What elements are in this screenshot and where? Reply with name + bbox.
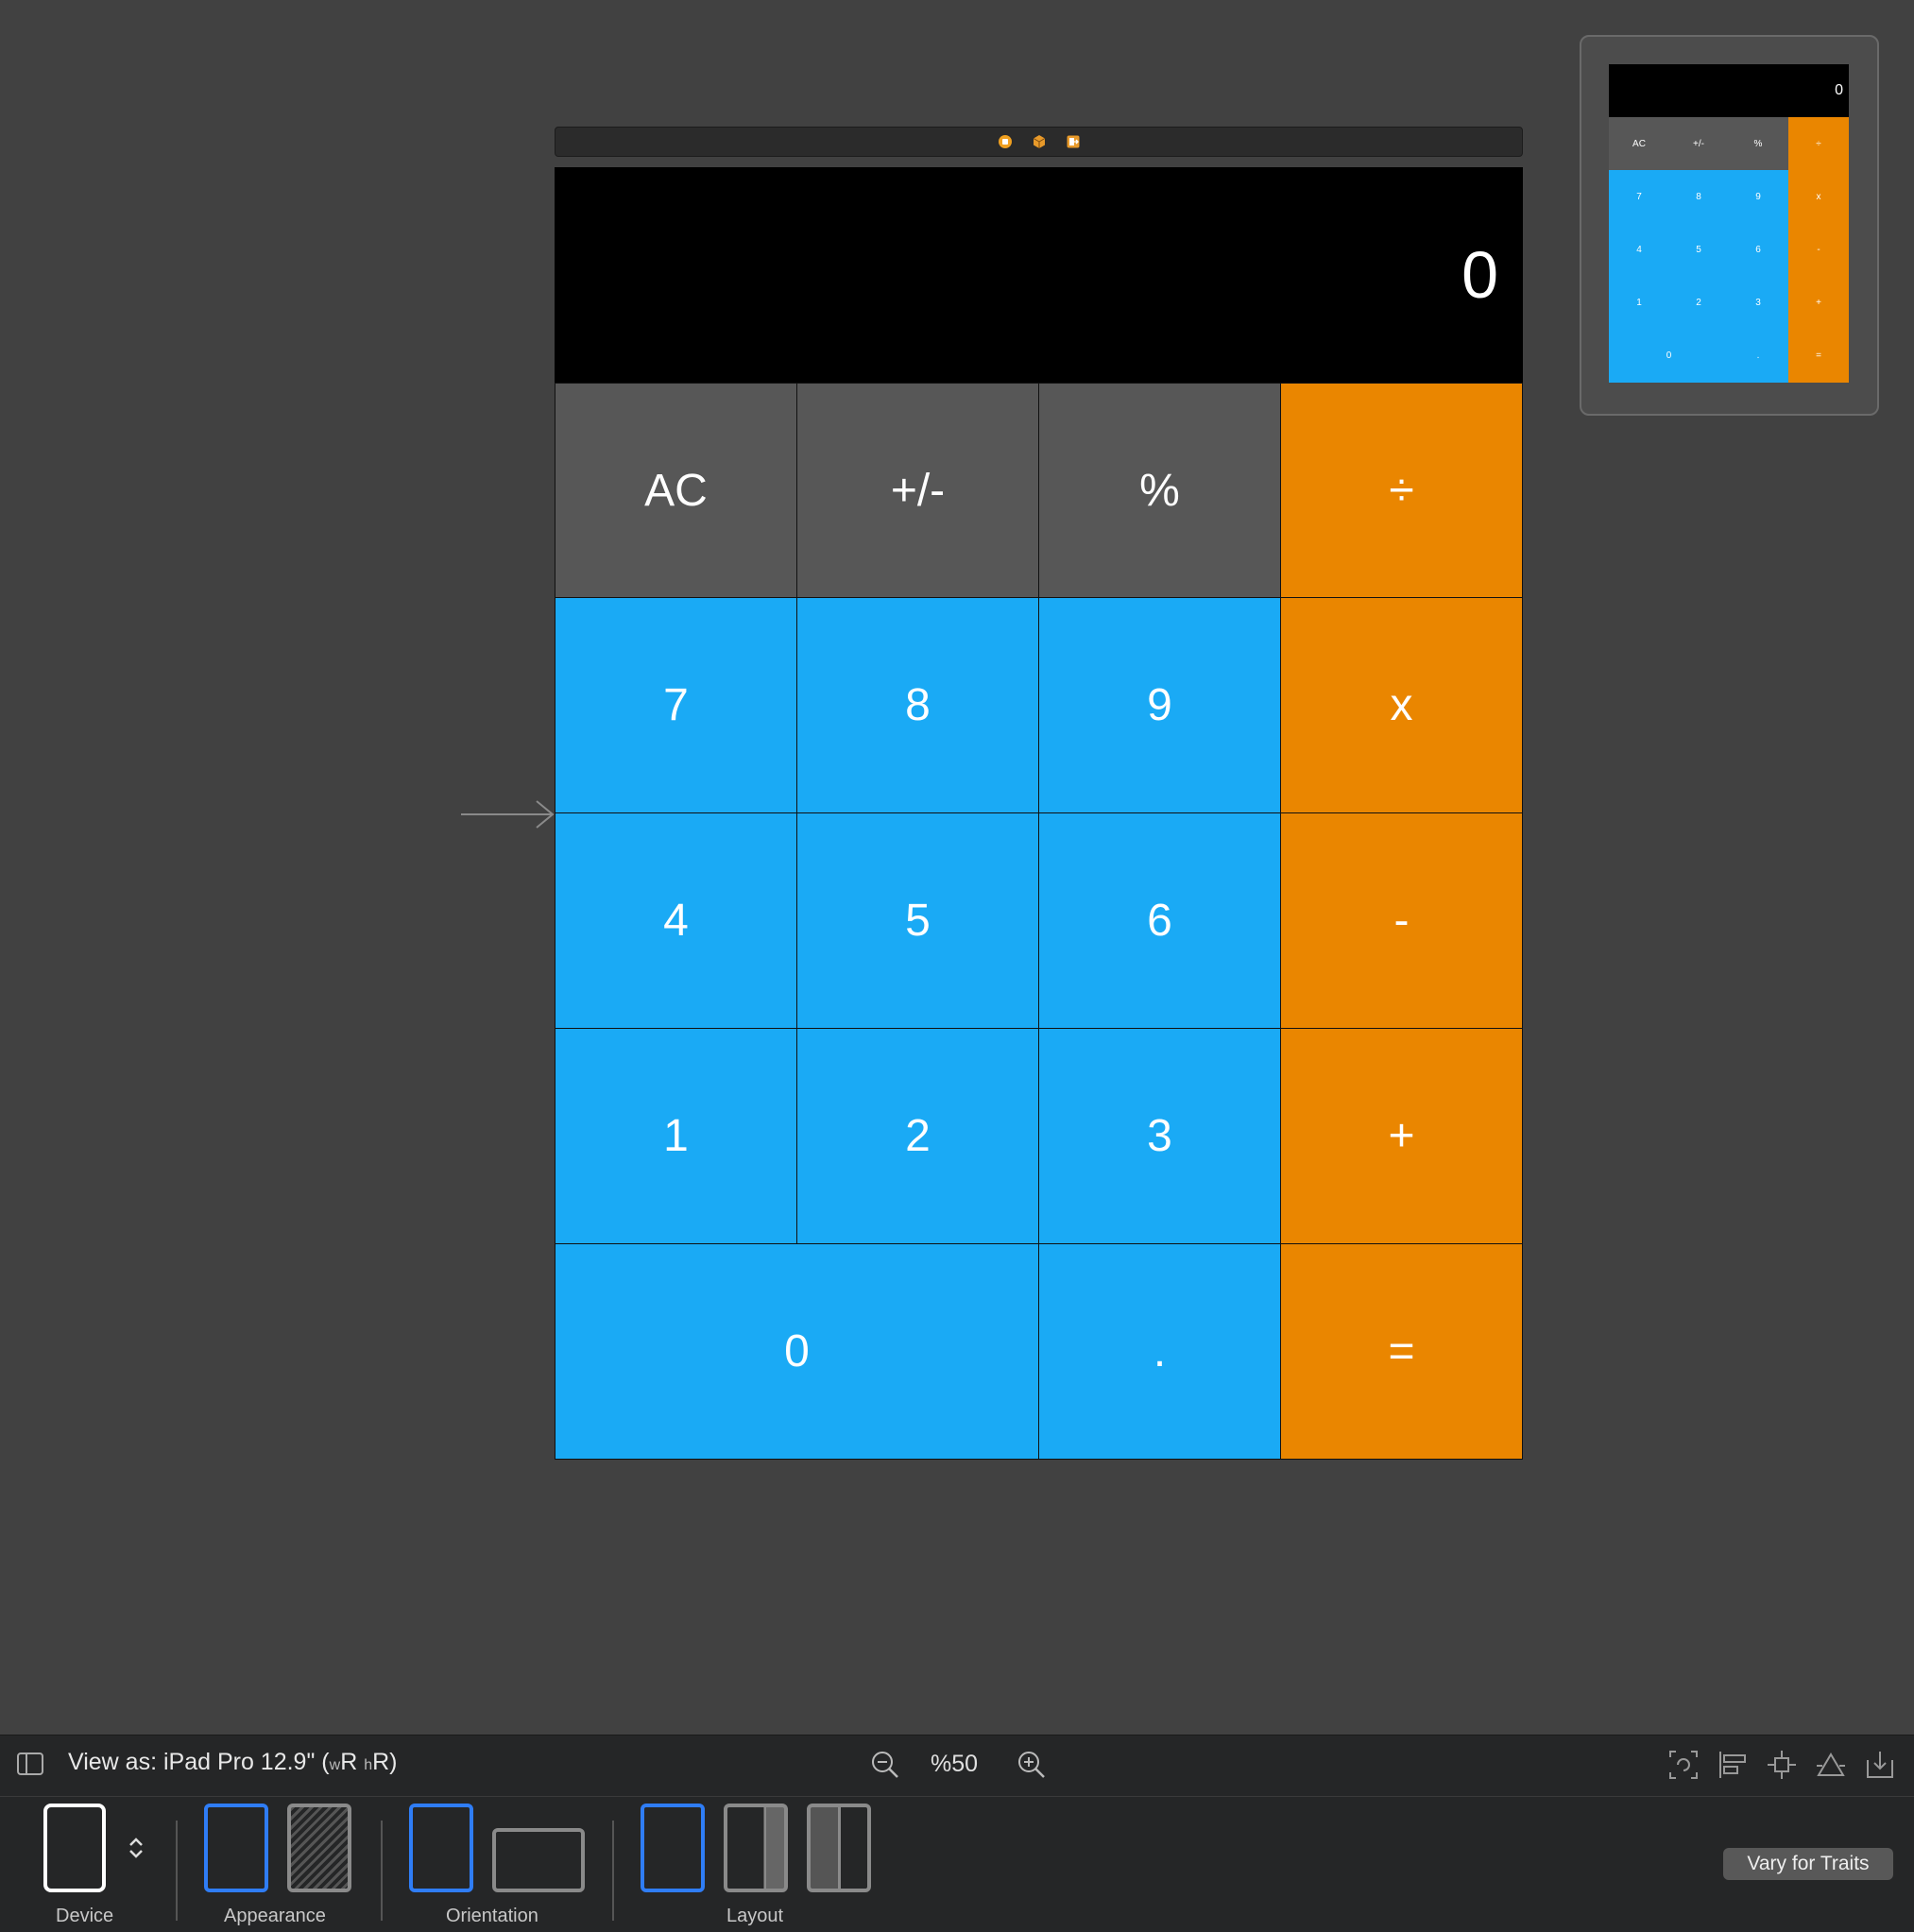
size-class-traits: (wR hR)	[321, 1749, 398, 1775]
six-button[interactable]: 6	[1038, 812, 1281, 1029]
zoom-out-icon[interactable]	[869, 1749, 901, 1781]
minimap-divide: ÷	[1788, 117, 1849, 171]
trait-w-label: w	[329, 1757, 341, 1773]
zoom-in-icon[interactable]	[1016, 1749, 1048, 1781]
minimap-minus: -	[1788, 223, 1849, 277]
minimap-dot: .	[1728, 329, 1788, 383]
eight-button[interactable]: 8	[796, 597, 1039, 813]
view-as-row: View as: iPad Pro 12.9" (wR hR) %50	[0, 1735, 1914, 1797]
minimap-sign: +/-	[1668, 117, 1729, 171]
trait-w-value: R	[340, 1749, 358, 1775]
minimap-one: 1	[1609, 276, 1669, 330]
resolve-issues-icon[interactable]	[1815, 1749, 1847, 1781]
nine-button[interactable]: 9	[1038, 597, 1281, 813]
appearance-label: Appearance	[224, 1906, 326, 1926]
one-button[interactable]: 1	[555, 1028, 797, 1244]
four-button[interactable]: 4	[555, 812, 797, 1029]
minimap-ac: AC	[1609, 117, 1669, 171]
multiply-button[interactable]: x	[1280, 597, 1523, 813]
scene-dock	[555, 127, 1523, 157]
device-label: Device	[56, 1906, 114, 1926]
sign-button[interactable]: +/-	[796, 383, 1039, 598]
exit-icon[interactable]	[1066, 134, 1081, 149]
view-as-label[interactable]: View as: iPad Pro 12.9" (wR hR)	[68, 1749, 398, 1776]
canvas-minimap[interactable]: 0 AC +/- % ÷ 7 8 9 x 4 5 6 - 1 2 3 + 0 .…	[1580, 35, 1879, 416]
layout-label: Layout	[726, 1906, 784, 1926]
decimal-button[interactable]: .	[1038, 1243, 1281, 1460]
seven-button[interactable]: 7	[555, 597, 797, 813]
view-as-device: View as: iPad Pro 12.9"	[68, 1749, 316, 1775]
trait-h-value: R	[372, 1749, 390, 1775]
minimap-calculator: 0 AC +/- % ÷ 7 8 9 x 4 5 6 - 1 2 3 + 0 .…	[1609, 64, 1849, 383]
zoom-level: %50	[931, 1751, 979, 1777]
percent-button[interactable]: %	[1038, 383, 1281, 598]
appearance-light-option[interactable]	[204, 1804, 268, 1892]
two-button[interactable]: 2	[796, 1028, 1039, 1244]
layout-two-thirds-option[interactable]	[724, 1804, 788, 1892]
vary-for-traits-button[interactable]: Vary for Traits	[1723, 1848, 1893, 1880]
minimap-three: 3	[1728, 276, 1788, 330]
view-controller-icon[interactable]	[998, 134, 1013, 149]
embed-in-icon[interactable]	[1864, 1749, 1896, 1781]
zero-button[interactable]: 0	[555, 1243, 1039, 1460]
add-constraints-icon[interactable]	[1766, 1749, 1798, 1781]
device-chevron-icon[interactable]	[127, 1836, 145, 1860]
minimap-zero: 0	[1609, 329, 1729, 383]
appearance-dark-option[interactable]	[287, 1804, 351, 1892]
minimap-five: 5	[1668, 223, 1729, 277]
layout-full-option[interactable]	[641, 1804, 705, 1892]
minimap-nine: 9	[1728, 170, 1788, 224]
calculator-view: 0 AC +/- % ÷ 7 8 9 x 4 5 6 - 1 2 3 + 0 .…	[555, 167, 1523, 1460]
result-display: 0	[555, 167, 1523, 383]
minimap-plus: +	[1788, 276, 1849, 330]
minimap-multiply: x	[1788, 170, 1849, 224]
separator	[176, 1821, 178, 1921]
minimap-percent: %	[1728, 117, 1788, 171]
minus-button[interactable]: -	[1280, 812, 1523, 1029]
separator	[612, 1821, 614, 1921]
orientation-landscape-option[interactable]	[492, 1828, 585, 1892]
device-config-bar: View as: iPad Pro 12.9" (wR hR) %50 Devi…	[0, 1735, 1914, 1932]
minimap-display: 0	[1609, 64, 1849, 117]
orientation-label: Orientation	[446, 1906, 538, 1926]
minimap-seven: 7	[1609, 170, 1669, 224]
entry-point-arrow-icon[interactable]	[461, 798, 555, 830]
minimap-six: 6	[1728, 223, 1788, 277]
plus-button[interactable]: +	[1280, 1028, 1523, 1244]
first-responder-icon[interactable]	[1032, 134, 1047, 149]
ac-button[interactable]: AC	[555, 383, 797, 598]
minimap-four: 4	[1609, 223, 1669, 277]
orientation-portrait-option[interactable]	[409, 1804, 473, 1892]
sidebar-toggle-icon[interactable]	[17, 1752, 43, 1775]
five-button[interactable]: 5	[796, 812, 1039, 1029]
separator	[381, 1821, 383, 1921]
minimap-two: 2	[1668, 276, 1729, 330]
update-frames-icon[interactable]	[1667, 1749, 1700, 1781]
equals-button[interactable]: =	[1280, 1243, 1523, 1460]
align-icon[interactable]	[1717, 1749, 1749, 1781]
minimap-eight: 8	[1668, 170, 1729, 224]
trait-h-label: h	[364, 1757, 373, 1773]
divide-button[interactable]: ÷	[1280, 383, 1523, 598]
device-ipad-icon[interactable]	[43, 1804, 106, 1892]
three-button[interactable]: 3	[1038, 1028, 1281, 1244]
layout-half-option[interactable]	[807, 1804, 871, 1892]
minimap-equals: =	[1788, 329, 1849, 383]
